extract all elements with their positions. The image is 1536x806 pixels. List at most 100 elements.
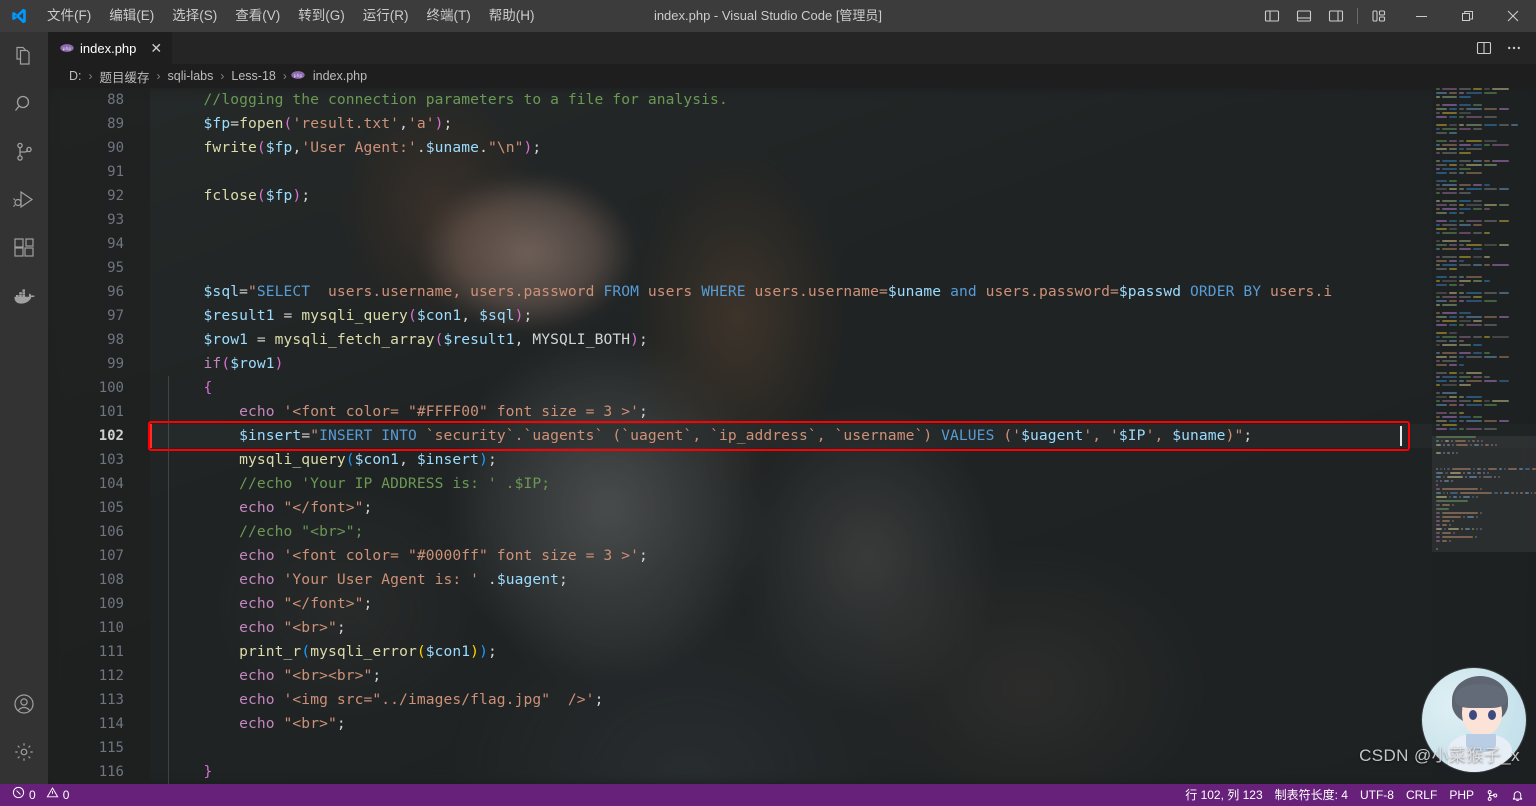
code-line-104[interactable]: //echo 'Your IP ADDRESS is: ' .$IP;	[150, 472, 1536, 496]
code-line-101[interactable]: echo '<font color= "#FFFF00" font size =…	[150, 400, 1536, 424]
code-line-115[interactable]	[150, 736, 1536, 760]
breadcrumb-item-folder2[interactable]: sqli-labs	[165, 69, 217, 83]
code-token: $result1	[203, 307, 275, 324]
extensions-icon[interactable]	[0, 224, 48, 272]
more-actions-icon[interactable]	[1500, 34, 1528, 62]
status-notifications-bell[interactable]	[1505, 784, 1530, 806]
status-editor-language[interactable]: PHP	[1443, 784, 1480, 806]
code-token: MYSQLI_BOTH	[532, 331, 631, 348]
search-icon[interactable]	[0, 80, 48, 128]
code-line-88[interactable]: //logging the connection parameters to a…	[150, 88, 1536, 112]
minimap-segment	[1436, 280, 1440, 282]
minimap-segment	[1459, 116, 1464, 118]
breadcrumb-item-drive[interactable]: D:	[66, 69, 85, 83]
minimap-segment	[1449, 332, 1457, 334]
status-editor-indentation[interactable]: 制表符长度: 4	[1269, 784, 1354, 806]
code-line-113[interactable]: echo '<img src="../images/flag.jpg" />';	[150, 688, 1536, 712]
menu-file[interactable]: 文件(F)	[38, 0, 100, 32]
code-line-114[interactable]: echo "<br>";	[150, 712, 1536, 736]
breadcrumb-item-file[interactable]: index.php	[310, 69, 370, 83]
code-line-93[interactable]	[150, 208, 1536, 232]
code-line-99[interactable]: if($row1)	[150, 352, 1536, 376]
menu-edit[interactable]: 编辑(E)	[100, 0, 163, 32]
status-editor-encoding[interactable]: UTF-8	[1354, 784, 1400, 806]
minimap-segment	[1436, 300, 1447, 302]
minimap-segment	[1449, 188, 1457, 190]
code-line-116[interactable]: }	[150, 760, 1536, 784]
status-editor-eol[interactable]: CRLF	[1400, 784, 1443, 806]
code-line-112[interactable]: echo "<br><br>";	[150, 664, 1536, 688]
code-line-110[interactable]: echo "<br>";	[150, 616, 1536, 640]
status-problems[interactable]: 0 0	[6, 784, 75, 806]
code-line-91[interactable]	[150, 160, 1536, 184]
menu-help[interactable]: 帮助(H)	[480, 0, 544, 32]
breadcrumb-item-folder1[interactable]: 题目缓存	[97, 67, 153, 86]
line-number-104: 104	[98, 476, 124, 492]
minimap-segment	[1466, 276, 1482, 278]
line-number-102: 102	[98, 428, 124, 444]
toggle-primary-sidebar-icon[interactable]	[1257, 0, 1287, 32]
code-line-98[interactable]: $row1 = mysqli_fetch_array($result1, MYS…	[150, 328, 1536, 352]
code-line-106[interactable]: //echo "<br>";	[150, 520, 1536, 544]
code-line-92[interactable]: fclose($fp);	[150, 184, 1536, 208]
minimap-segment	[1484, 108, 1497, 110]
minimap-segment	[1459, 352, 1471, 354]
status-port-forwarding[interactable]	[1480, 784, 1505, 806]
docker-icon[interactable]	[0, 272, 48, 320]
close-icon[interactable]	[1490, 0, 1536, 32]
accounts-icon[interactable]	[0, 680, 48, 728]
minimap-segment	[1436, 276, 1447, 278]
toggle-panel-icon[interactable]	[1289, 0, 1319, 32]
split-editor-icon[interactable]	[1470, 34, 1498, 62]
code-line-111[interactable]: print_r(mysqli_error($con1));	[150, 640, 1536, 664]
toggle-secondary-sidebar-icon[interactable]	[1321, 0, 1351, 32]
minimap-segment	[1459, 256, 1471, 258]
code-line-96[interactable]: $sql="SELECT users.username, users.passw…	[150, 280, 1536, 304]
code-line-105[interactable]: echo "</font>";	[150, 496, 1536, 520]
code-editor[interactable]: 88 89 90 91 92 93 94 95 96 97 98 99 100 101 102 103 104 1…	[48, 88, 1536, 784]
menu-goto[interactable]: 转到(G)	[289, 0, 354, 32]
code-line-108[interactable]: echo 'Your User Agent is: ' .$uagent;	[150, 568, 1536, 592]
minimap-line	[1432, 380, 1536, 383]
line-number-100: 100	[98, 380, 124, 396]
tab-close-icon[interactable]: ✕	[150, 41, 162, 55]
minimize-icon[interactable]	[1398, 0, 1444, 32]
code-line-94[interactable]	[150, 232, 1536, 256]
code-content[interactable]: //logging the connection parameters to a…	[150, 88, 1536, 784]
source-control-icon[interactable]	[0, 128, 48, 176]
minimap-segment	[1499, 292, 1509, 294]
code-line-95[interactable]	[150, 256, 1536, 280]
minimap-slider[interactable]	[1432, 436, 1536, 552]
code-token: $uname	[1172, 427, 1226, 444]
explorer-icon[interactable]	[0, 32, 48, 80]
code-line-102[interactable]: $insert="INSERT INTO `security`.`uagents…	[150, 424, 1536, 448]
menu-terminal[interactable]: 终端(T)	[418, 0, 480, 32]
settings-gear-icon[interactable]	[0, 728, 48, 776]
run-debug-icon[interactable]	[0, 176, 48, 224]
menu-view[interactable]: 查看(V)	[226, 0, 289, 32]
restore-icon[interactable]	[1444, 0, 1490, 32]
status-editor-position[interactable]: 行 102, 列 123	[1179, 784, 1268, 806]
minimap-segment	[1436, 260, 1447, 262]
breadcrumb-item-folder3[interactable]: Less-18	[228, 69, 278, 83]
menu-run[interactable]: 运行(R)	[354, 0, 418, 32]
menu-selection[interactable]: 选择(S)	[163, 0, 226, 32]
code-line-89[interactable]: $fp=fopen('result.txt','a');	[150, 112, 1536, 136]
code-token: print_r	[239, 643, 302, 660]
minimap-line	[1432, 272, 1536, 275]
customize-layout-icon[interactable]	[1364, 0, 1394, 32]
code-line-109[interactable]: echo "</font>";	[150, 592, 1536, 616]
minimap-segment	[1473, 344, 1482, 346]
code-line-100[interactable]: {	[150, 376, 1536, 400]
menu-bar[interactable]: 文件(F) 编辑(E) 选择(S) 查看(V) 转到(G) 运行(R) 终端(T…	[38, 0, 544, 32]
code-token: fclose	[203, 187, 257, 204]
code-line-107[interactable]: echo '<font color= "#0000ff" font size =…	[150, 544, 1536, 568]
minimap-line	[1432, 156, 1536, 159]
code-token: mysqli_query	[301, 307, 408, 324]
code-line-90[interactable]: fwrite($fp,'User Agent:'.$uname."\n");	[150, 136, 1536, 160]
code-line-103[interactable]: mysqli_query($con1, $insert);	[150, 448, 1536, 472]
tab-index-php[interactable]: php index.php ✕	[48, 32, 174, 64]
editor-scrollbar[interactable]	[1522, 88, 1536, 784]
code-line-97[interactable]: $result1 = mysqli_query($con1, $sql);	[150, 304, 1536, 328]
